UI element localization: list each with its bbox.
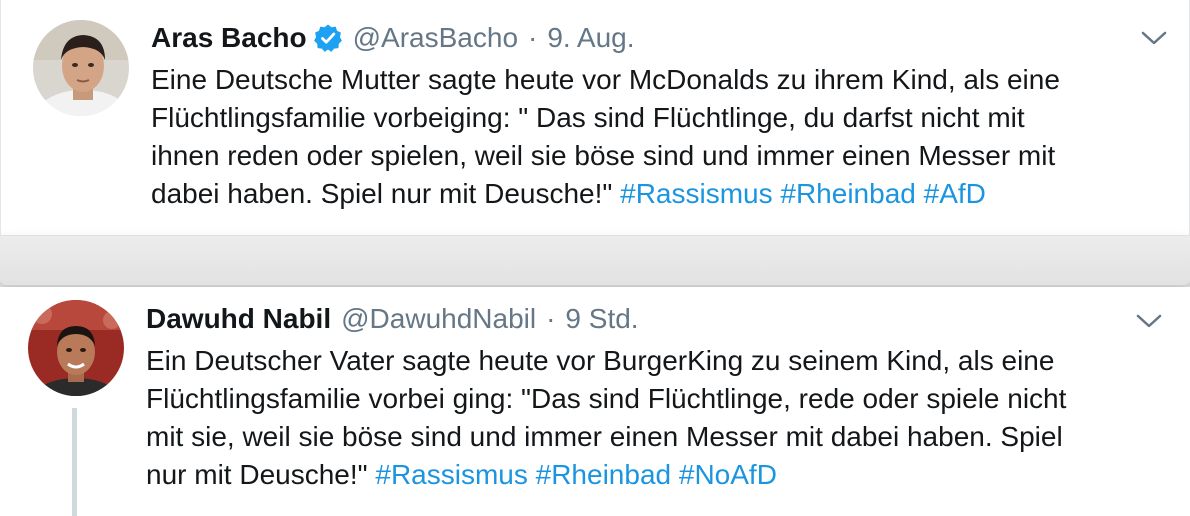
tweet-header: Aras Bacho @ArasBacho · 9. Aug. [151, 20, 635, 56]
tweet-text-fragment: dabei haben. Spiel nur mit Deusche!" [151, 178, 613, 209]
tweet-header: Dawuhd Nabil @DawuhdNabil · 9 Std. [146, 301, 639, 337]
tweet-text-fragment: nur mit Deusche!" [146, 459, 368, 490]
verified-badge-icon [313, 23, 343, 53]
avatar[interactable] [28, 300, 124, 396]
hashtag-link[interactable]: #Rheinbad [780, 178, 915, 209]
tweet-text: Eine Deutsche Mutter sagte heute vor McD… [151, 61, 1060, 213]
display-name[interactable]: Aras Bacho [151, 20, 307, 56]
hashtag-link[interactable]: #NoAfD [679, 459, 777, 490]
timeline: Aras Bacho @ArasBacho · 9. Aug. Eine Deu… [0, 0, 1190, 516]
timestamp[interactable]: 9. Aug. [547, 20, 634, 56]
card-shadow [0, 236, 1190, 286]
hashtag-link[interactable]: #Rheinbad [536, 459, 671, 490]
separator-dot: · [528, 22, 538, 53]
avatar-image [33, 20, 129, 116]
hashtag-link[interactable]: #Rassismus [375, 459, 527, 490]
tweet-text-line-last: dabei haben. Spiel nur mit Deusche!" #Ra… [151, 175, 1060, 213]
user-handle[interactable]: @ArasBacho [353, 20, 518, 56]
tweet-text: Ein Deutscher Vater sagte heute vor Burg… [146, 342, 1066, 494]
tweet-text-line: Flüchtlingsfamilie vorbeiging: " Das sin… [151, 102, 1025, 133]
tweet-text-line: Flüchtlingsfamilie vorbei ging: "Das sin… [146, 383, 1067, 414]
chevron-down-icon[interactable] [1141, 30, 1167, 46]
tweet-card-dawuhd-nabil[interactable]: Dawuhd Nabil @DawuhdNabil · 9 Std. Ein D… [0, 287, 1190, 516]
tweet-card-aras-bacho[interactable]: Aras Bacho @ArasBacho · 9. Aug. Eine Deu… [0, 0, 1190, 236]
hashtag-link[interactable]: #Rassismus [620, 178, 772, 209]
avatar-image [28, 300, 124, 396]
timestamp[interactable]: 9 Std. [565, 301, 638, 337]
chevron-down-icon[interactable] [1136, 313, 1162, 329]
tweet-text-line: Eine Deutsche Mutter sagte heute vor McD… [151, 64, 1060, 95]
display-name[interactable]: Dawuhd Nabil [146, 301, 331, 337]
tweet-text-line: mit sie, weil sie böse sind und immer ei… [146, 421, 1063, 452]
separator-dot: · [546, 303, 556, 334]
tweet-text-line: Ein Deutscher Vater sagte heute vor Burg… [146, 345, 1055, 376]
hashtag-link[interactable]: #AfD [924, 178, 986, 209]
avatar[interactable] [33, 20, 129, 116]
tweet-text-line-last: nur mit Deusche!" #Rassismus #Rheinbad #… [146, 456, 1066, 494]
thread-connector-line [72, 408, 77, 516]
tweet-text-line: ihnen reden oder spielen, weil sie böse … [151, 140, 1056, 171]
user-handle[interactable]: @DawuhdNabil [341, 301, 536, 337]
